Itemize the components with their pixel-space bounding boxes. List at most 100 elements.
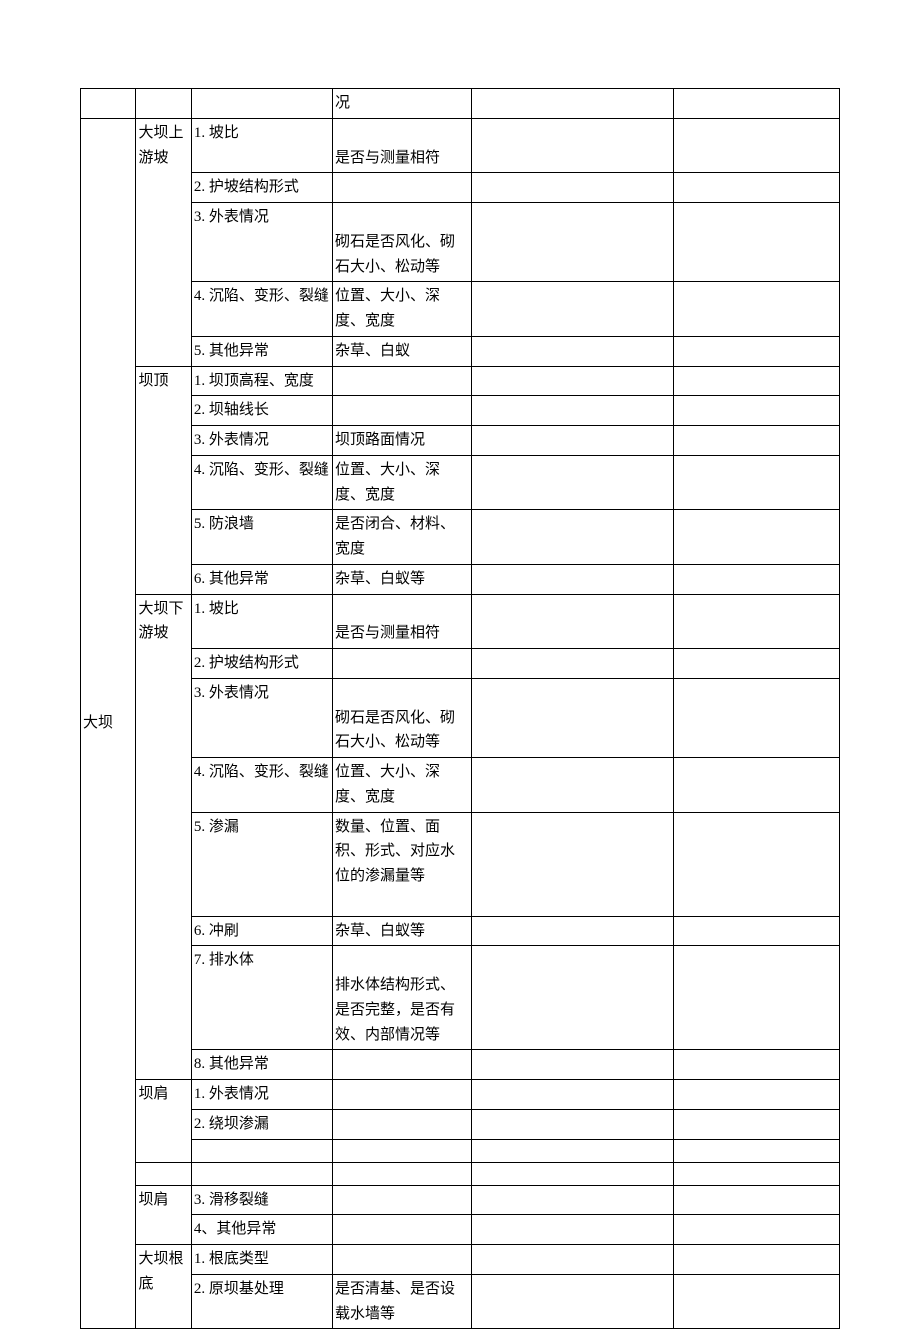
cell [472,564,674,594]
cell [472,336,674,366]
cell [332,1245,471,1275]
cell: 6. 其他异常 [191,564,332,594]
cell [673,1109,839,1139]
cell [673,510,839,565]
table-row: 坝肩 1. 外表情况 [81,1080,840,1110]
cell-subcategory: 大坝上游坡 [136,118,191,366]
cell: 4、其他异常 [191,1215,332,1245]
cell: 8. 其他异常 [191,1050,332,1080]
cell: 3. 外表情况 [191,678,332,757]
cell [472,510,674,565]
cell [673,1139,839,1162]
table-row: 8. 其他异常 [81,1050,840,1080]
cell [472,1185,674,1215]
table-row: 4. 沉陷、变形、裂缝 位置、大小、深度、宽度 [81,282,840,337]
cell-subcategory: 坝顶 [136,366,191,594]
table-row: 2. 护坡结构形式 [81,173,840,203]
cell [673,396,839,426]
cell: 排水体结构形式、是否完整，是否有效、内部情况等 [332,946,471,1050]
cell [472,455,674,510]
cell: 杂草、白蚁等 [332,564,471,594]
cell [472,173,674,203]
cell: 2. 原坝基处理 [191,1274,332,1329]
cell: 坝顶路面情况 [332,426,471,456]
cell: 是否与测量相符 [332,594,471,649]
cell [472,758,674,813]
table-row: 3. 外表情况 砌石是否风化、砌石大小、松动等 [81,678,840,757]
cell [472,1215,674,1245]
table-row [81,1139,840,1162]
cell: 1. 坡比 [191,118,332,173]
cell [332,173,471,203]
cell: 3. 滑移裂缝 [191,1185,332,1215]
cell [332,1215,471,1245]
table-row: 2. 护坡结构形式 [81,649,840,679]
cell [332,1080,471,1110]
cell [332,1139,471,1162]
cell [472,1162,674,1185]
cell [673,649,839,679]
cell: 1. 根底类型 [191,1245,332,1275]
cell [472,812,674,916]
cell: 是否与测量相符 [332,118,471,173]
cell [673,678,839,757]
cell [472,678,674,757]
cell: 6. 冲刷 [191,916,332,946]
cell [332,396,471,426]
cell: 3. 外表情况 [191,203,332,282]
cell [673,118,839,173]
cell [673,366,839,396]
cell: 5. 渗漏 [191,812,332,916]
cell [332,1109,471,1139]
cell [472,1080,674,1110]
table-row: 大坝下游坡 1. 坡比 是否与测量相符 [81,594,840,649]
table-row: 6. 冲刷 杂草、白蚁等 [81,916,840,946]
cell [136,1162,191,1185]
cell [472,118,674,173]
cell-subcategory: 大坝下游坡 [136,594,191,1080]
cell [472,1139,674,1162]
cell [191,89,332,119]
cell [472,649,674,679]
cell [673,916,839,946]
cell: 位置、大小、深度、宽度 [332,455,471,510]
table-row: 5. 防浪墙 是否闭合、材料、宽度 [81,510,840,565]
table-row: 2. 绕坝渗漏 [81,1109,840,1139]
table-row: 4、其他异常 [81,1215,840,1245]
cell [472,366,674,396]
cell [673,89,839,119]
cell [332,1185,471,1215]
cell-subcategory: 坝肩 [136,1080,191,1163]
cell: 4. 沉陷、变形、裂缝 [191,758,332,813]
cell [472,282,674,337]
cell [191,1139,332,1162]
cell-subcategory: 大坝根底 [136,1245,191,1329]
cell: 是否闭合、材料、宽度 [332,510,471,565]
table-row [81,1162,840,1185]
cell [673,1185,839,1215]
table-row: 坝肩 3. 滑移裂缝 [81,1185,840,1215]
cell [472,916,674,946]
cell: 7. 排水体 [191,946,332,1050]
cell [673,1050,839,1080]
cell [332,1162,471,1185]
cell [673,173,839,203]
cell [332,649,471,679]
cell: 5. 其他异常 [191,336,332,366]
cell [673,336,839,366]
cell: 2. 护坡结构形式 [191,173,332,203]
cell [673,1080,839,1110]
cell [472,594,674,649]
cell [472,1245,674,1275]
cell: 数量、位置、面积、形式、对应水位的渗漏量等 [332,812,471,916]
cell [472,203,674,282]
cell [472,396,674,426]
table-row: 2. 原坝基处理 是否清基、是否设载水墙等 [81,1274,840,1329]
table-row: 3. 外表情况 坝顶路面情况 [81,426,840,456]
cell: 2. 绕坝渗漏 [191,1109,332,1139]
cell [191,1162,332,1185]
cell [472,946,674,1050]
table-row: 7. 排水体 排水体结构形式、是否完整，是否有效、内部情况等 [81,946,840,1050]
cell [673,812,839,916]
cell: 1. 坡比 [191,594,332,649]
